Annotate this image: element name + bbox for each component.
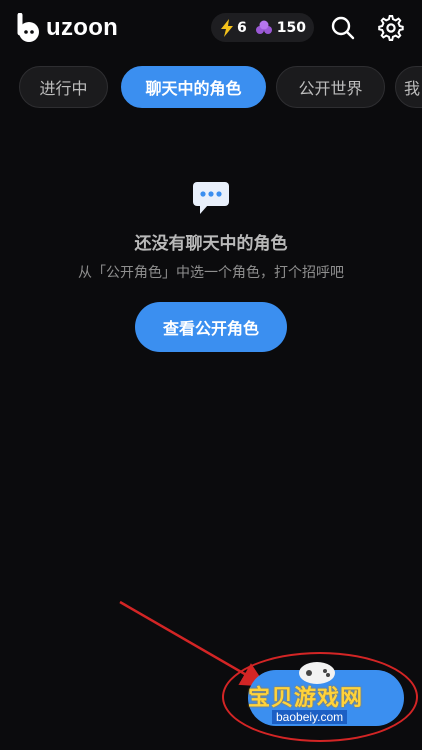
watermark-url: baobeiy.com (272, 710, 348, 724)
empty-state-subtitle: 从「公开角色」中选一个角色，打个招呼吧 (78, 265, 344, 281)
tab-in-progress[interactable]: 进行中 (19, 66, 108, 108)
logo-text: uzoon (46, 14, 119, 41)
category-tabs: 进行中 聊天中的角色 公开世界 我 (0, 64, 422, 110)
search-icon[interactable] (330, 15, 356, 41)
chat-bubble-icon (193, 182, 229, 214)
gem-count: 150 (276, 19, 306, 36)
lightning-icon (221, 18, 233, 37)
gear-icon[interactable] (378, 15, 404, 41)
tab-public-world[interactable]: 公开世界 (276, 66, 385, 108)
app-header: uzoon 6 150 (0, 0, 422, 56)
tab-mine[interactable]: 我 (395, 66, 422, 108)
currency-badge[interactable]: 6 150 (211, 13, 314, 42)
gem-icon (255, 20, 272, 34)
app-logo[interactable]: uzoon (14, 12, 118, 44)
watermark-text: 宝贝游戏网 (248, 685, 364, 711)
logo-mascot-icon (17, 13, 39, 42)
empty-state-title: 还没有聊天中的角色 (134, 234, 288, 254)
annotation-arrow (119, 600, 267, 687)
view-public-characters-button[interactable]: 查看公开角色 (135, 302, 287, 352)
energy-count: 6 (237, 19, 247, 36)
tab-chatting-characters[interactable]: 聊天中的角色 (121, 66, 266, 108)
